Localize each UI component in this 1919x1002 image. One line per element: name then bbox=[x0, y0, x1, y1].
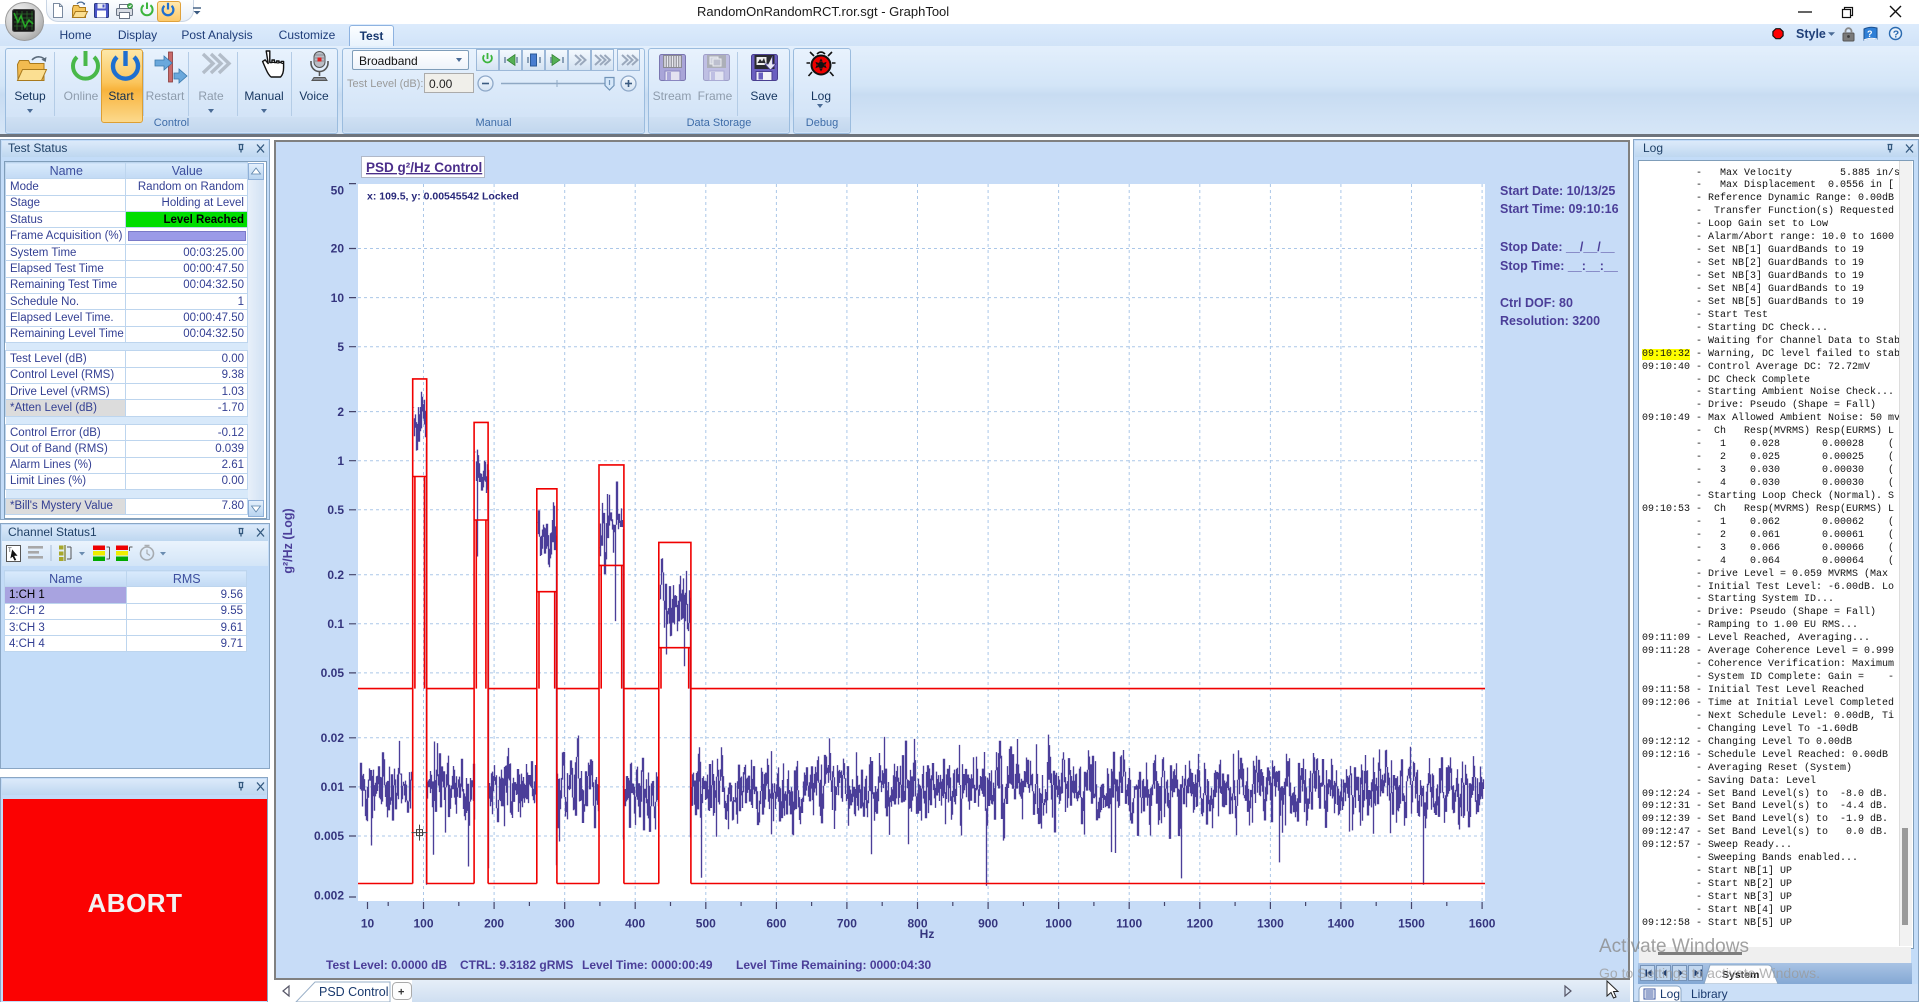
svg-text:Resolution: 3200: Resolution: 3200 bbox=[1500, 314, 1600, 328]
svg-text:Start Date: 10/13/25: Start Date: 10/13/25 bbox=[1500, 184, 1615, 198]
svg-text:Library: Library bbox=[1691, 987, 1728, 1001]
svg-text:PSD Control: PSD Control bbox=[319, 985, 388, 999]
svg-text:Start Time: 09:10:16: Start Time: 09:10:16 bbox=[1500, 202, 1619, 216]
svg-text:Level Time Remaining: 0000:04:: Level Time Remaining: 0000:04:30 bbox=[736, 958, 932, 972]
svg-text:50: 50 bbox=[331, 184, 345, 198]
svg-text:300: 300 bbox=[555, 917, 575, 931]
svg-text:Stop Time: __:__:__: Stop Time: __:__:__ bbox=[1500, 259, 1619, 273]
svg-text:700: 700 bbox=[837, 917, 857, 931]
svg-text:PSD g²/Hz Control: PSD g²/Hz Control bbox=[366, 160, 482, 175]
svg-text:CTRL: 9.3182 gRMS: CTRL: 9.3182 gRMS bbox=[460, 958, 573, 972]
svg-text:1: 1 bbox=[337, 454, 344, 468]
svg-text:1100: 1100 bbox=[1116, 917, 1142, 931]
svg-text:0.1: 0.1 bbox=[327, 617, 344, 631]
svg-text:100: 100 bbox=[413, 917, 433, 931]
svg-text:2: 2 bbox=[337, 405, 344, 419]
svg-text:500: 500 bbox=[696, 917, 716, 931]
svg-text:Level Time: 0000:00:49: Level Time: 0000:00:49 bbox=[582, 958, 713, 972]
svg-text:Ctrl DOF: 80: Ctrl DOF: 80 bbox=[1500, 296, 1573, 310]
svg-text:1200: 1200 bbox=[1186, 917, 1213, 931]
svg-text:Stop Date: __/__/__: Stop Date: __/__/__ bbox=[1500, 240, 1616, 254]
svg-text:Style: Style bbox=[1796, 27, 1826, 41]
svg-text:1600: 1600 bbox=[1469, 917, 1496, 931]
svg-text:0.01: 0.01 bbox=[321, 780, 345, 794]
svg-text:+: + bbox=[398, 987, 404, 999]
svg-text:1500: 1500 bbox=[1398, 917, 1425, 931]
svg-text:10: 10 bbox=[361, 917, 375, 931]
svg-text:1300: 1300 bbox=[1257, 917, 1284, 931]
svg-text:1400: 1400 bbox=[1328, 917, 1355, 931]
svg-text:Hz: Hz bbox=[920, 927, 935, 941]
svg-text:5: 5 bbox=[337, 340, 344, 354]
svg-text:900: 900 bbox=[978, 917, 998, 931]
svg-text:10: 10 bbox=[331, 291, 345, 305]
svg-text:Test Level: 0.0000 dB: Test Level: 0.0000 dB bbox=[326, 958, 448, 972]
svg-text:200: 200 bbox=[484, 917, 504, 931]
svg-text:0.005: 0.005 bbox=[314, 829, 344, 843]
svg-text:400: 400 bbox=[625, 917, 645, 931]
svg-text:?: ? bbox=[1893, 28, 1899, 40]
svg-text:?: ? bbox=[1867, 29, 1873, 39]
svg-text:g²/Hz (Log): g²/Hz (Log) bbox=[281, 508, 295, 573]
svg-text:x: 109.5, y: 0.00545542 Locked: x: 109.5, y: 0.00545542 Locked bbox=[367, 191, 519, 203]
svg-text:0.2: 0.2 bbox=[327, 568, 344, 582]
svg-text:0.5: 0.5 bbox=[327, 503, 344, 517]
svg-text:0.002: 0.002 bbox=[314, 889, 344, 903]
svg-text:0.05: 0.05 bbox=[321, 666, 345, 680]
svg-text:1000: 1000 bbox=[1045, 917, 1072, 931]
svg-text:0.02: 0.02 bbox=[321, 731, 345, 745]
svg-text:Log: Log bbox=[1660, 987, 1680, 1001]
svg-text:600: 600 bbox=[766, 917, 786, 931]
svg-text:20: 20 bbox=[331, 242, 345, 256]
